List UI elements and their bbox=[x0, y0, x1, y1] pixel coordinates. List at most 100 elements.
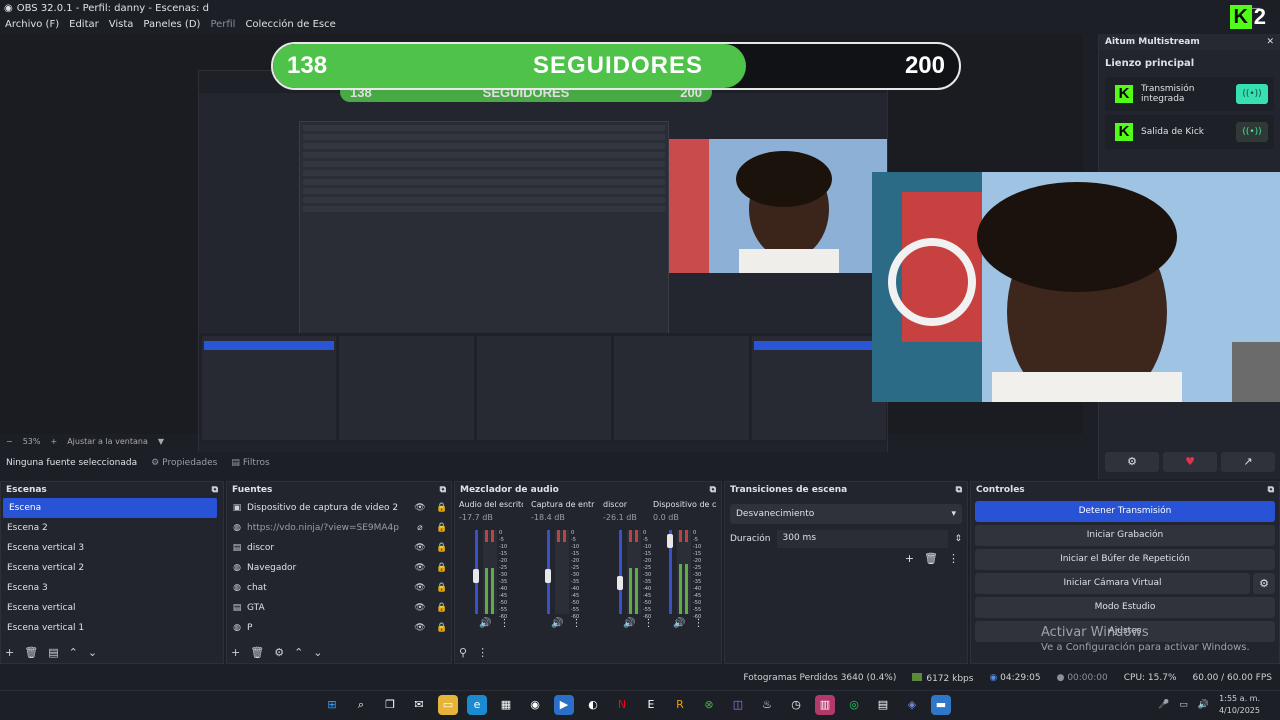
menu-paneles[interactable]: Paneles (D) bbox=[143, 19, 200, 30]
eye-icon[interactable]: 👁 bbox=[411, 503, 429, 513]
virtual-camera-button[interactable]: Iniciar Cámara Virtual bbox=[975, 573, 1250, 594]
float-icon[interactable]: ⧉ bbox=[956, 485, 962, 495]
menu-perfil[interactable]: Perfil bbox=[210, 19, 235, 30]
source-item[interactable]: ▣ Dispositivo de captura de video 2 👁 🔒 bbox=[227, 498, 451, 518]
steam-icon[interactable]: ♨ bbox=[757, 695, 777, 715]
speaker-icon[interactable]: 🔊 bbox=[479, 618, 491, 629]
float-icon[interactable]: ⧉ bbox=[440, 485, 446, 495]
folder-icon[interactable]: ▭ bbox=[438, 695, 458, 715]
stepper-icon[interactable]: ⇕ bbox=[954, 534, 962, 544]
heart-icon[interactable]: ♥ bbox=[1163, 452, 1217, 472]
taskbar-clock[interactable]: 1:55 a. m. 4/10/2025 bbox=[1219, 693, 1260, 717]
network-icon[interactable]: ▭ bbox=[1179, 700, 1188, 710]
zoom-in-icon[interactable]: + bbox=[50, 437, 57, 446]
broadcast-toggle-icon[interactable]: ((•)) bbox=[1236, 84, 1268, 104]
eye-icon[interactable]: 👁 bbox=[411, 563, 429, 573]
transition-select[interactable]: Desvanecimiento ▾ bbox=[730, 504, 962, 524]
source-item[interactable]: ▤ discor 👁 🔒 bbox=[227, 538, 451, 558]
eye-icon[interactable]: 👁 bbox=[411, 603, 429, 613]
lock-icon[interactable]: 🔒 bbox=[433, 583, 451, 593]
share-icon[interactable]: ↗ bbox=[1221, 452, 1275, 472]
zoom-out-icon[interactable]: − bbox=[6, 437, 13, 446]
chevron-down-icon[interactable]: ▼ bbox=[158, 437, 164, 446]
source-item[interactable]: ◍ chat 👁 🔒 bbox=[227, 578, 451, 598]
rockstar-icon[interactable]: R bbox=[670, 695, 690, 715]
move-up-icon[interactable]: ⌃ bbox=[294, 646, 303, 659]
duration-input[interactable]: 300 ms bbox=[776, 530, 949, 548]
volume-fader[interactable] bbox=[545, 530, 551, 614]
preview-area[interactable]: 138 SEGUIDORES 200 138 SEGUIDORES 200 bbox=[0, 34, 1280, 464]
fader-knob[interactable] bbox=[545, 569, 551, 583]
more-icon[interactable]: ⋮ bbox=[643, 618, 653, 629]
gear-icon[interactable]: ⚙ bbox=[1105, 452, 1159, 472]
task-view-icon[interactable]: ❐ bbox=[380, 695, 400, 715]
eye-icon[interactable]: 👁 bbox=[411, 583, 429, 593]
properties-button[interactable]: ⚙ Propiedades bbox=[151, 458, 217, 468]
windows-start-icon[interactable]: ⊞ bbox=[322, 695, 342, 715]
search-icon[interactable]: ⌕ bbox=[351, 695, 371, 715]
scene-item[interactable]: Escena 2 bbox=[1, 518, 223, 538]
notepad-icon[interactable]: ▤ bbox=[873, 695, 893, 715]
more-icon[interactable]: ⋮ bbox=[948, 552, 959, 565]
edge-icon[interactable]: e bbox=[467, 695, 487, 715]
winrar-icon[interactable]: ▥ bbox=[815, 695, 835, 715]
trash-icon[interactable]: 🗑 bbox=[250, 646, 264, 659]
scene-item[interactable]: Escena bbox=[3, 498, 217, 518]
volume-fader[interactable] bbox=[667, 530, 673, 614]
trash-icon[interactable]: 🗑 bbox=[924, 552, 938, 565]
volume-fader[interactable] bbox=[617, 530, 623, 614]
more-icon[interactable]: ⋮ bbox=[499, 618, 509, 629]
menu-coleccion[interactable]: Colección de Esce bbox=[245, 19, 335, 30]
add-icon[interactable]: + bbox=[231, 646, 240, 659]
float-icon[interactable]: ⧉ bbox=[1268, 485, 1274, 495]
lock-icon[interactable]: 🔒 bbox=[433, 603, 451, 613]
speaker-icon[interactable]: 🔊 bbox=[673, 618, 685, 629]
microphone-icon[interactable]: 🎤 bbox=[1158, 700, 1169, 710]
filter-icon[interactable]: ▤ bbox=[48, 646, 58, 659]
trash-icon[interactable]: 🗑 bbox=[24, 646, 38, 659]
obs-icon[interactable]: ◉ bbox=[525, 695, 545, 715]
discord-icon[interactable]: ◈ bbox=[902, 695, 922, 715]
close-icon[interactable]: ✕ bbox=[1266, 37, 1274, 47]
lock-icon[interactable]: 🔒 bbox=[433, 563, 451, 573]
fit-label[interactable]: Ajustar a la ventana bbox=[67, 437, 148, 446]
gear-icon[interactable]: ⚙ bbox=[1253, 573, 1275, 594]
app-icon[interactable]: ◐ bbox=[583, 695, 603, 715]
move-up-icon[interactable]: ⌃ bbox=[69, 646, 78, 659]
mail-icon[interactable]: ✉ bbox=[409, 695, 429, 715]
scene-item[interactable]: Escena 3 bbox=[1, 578, 223, 598]
clock-icon[interactable]: ◷ bbox=[786, 695, 806, 715]
twitch-icon[interactable]: ◫ bbox=[728, 695, 748, 715]
add-icon[interactable]: + bbox=[905, 552, 914, 565]
menu-vista[interactable]: Vista bbox=[109, 19, 134, 30]
eye-icon[interactable]: 👁 bbox=[411, 543, 429, 553]
move-down-icon[interactable]: ⌄ bbox=[88, 646, 97, 659]
gear-icon[interactable]: ⚙ bbox=[274, 646, 284, 659]
xbox-icon[interactable]: ⊗ bbox=[699, 695, 719, 715]
float-icon[interactable]: ⧉ bbox=[212, 485, 218, 495]
float-icon[interactable]: ⧉ bbox=[710, 485, 716, 495]
epic-games-icon[interactable]: E bbox=[641, 695, 661, 715]
stop-stream-button[interactable]: Detener Transmisión bbox=[975, 501, 1275, 522]
speaker-icon[interactable]: 🔊 bbox=[551, 618, 563, 629]
start-recording-button[interactable]: Iniciar Grabación bbox=[975, 525, 1275, 546]
fader-knob[interactable] bbox=[473, 569, 479, 583]
lock-icon[interactable]: 🔒 bbox=[433, 523, 451, 533]
scene-item[interactable]: Escena vertical 3 bbox=[1, 538, 223, 558]
output-kick[interactable]: K Salida de Kick ((•)) bbox=[1105, 115, 1274, 149]
volume-icon[interactable]: 🔊 bbox=[1198, 700, 1209, 710]
move-down-icon[interactable]: ⌄ bbox=[313, 646, 322, 659]
media-player-icon[interactable]: ▶ bbox=[554, 695, 574, 715]
source-item[interactable]: ◍ Navegador 👁 🔒 bbox=[227, 558, 451, 578]
lock-icon[interactable]: 🔒 bbox=[433, 503, 451, 513]
spotify-icon[interactable]: ◎ bbox=[844, 695, 864, 715]
netflix-icon[interactable]: N bbox=[612, 695, 632, 715]
scene-item[interactable]: Escena vertical bbox=[1, 598, 223, 618]
menu-archivo[interactable]: Archivo (F) bbox=[5, 19, 59, 30]
replay-buffer-button[interactable]: Iniciar el Búfer de Repetición bbox=[975, 549, 1275, 570]
source-item[interactable]: ▤ GTA 👁 🔒 bbox=[227, 598, 451, 618]
studio-mode-button[interactable]: Modo Estudio bbox=[975, 597, 1275, 618]
menu-editar[interactable]: Editar bbox=[69, 19, 99, 30]
scene-item[interactable]: Escena vertical 1 bbox=[1, 618, 223, 638]
source-item[interactable]: ◍ https://vdo.ninja/?view=SE9MA4p ⌀ 🔒 bbox=[227, 518, 451, 538]
